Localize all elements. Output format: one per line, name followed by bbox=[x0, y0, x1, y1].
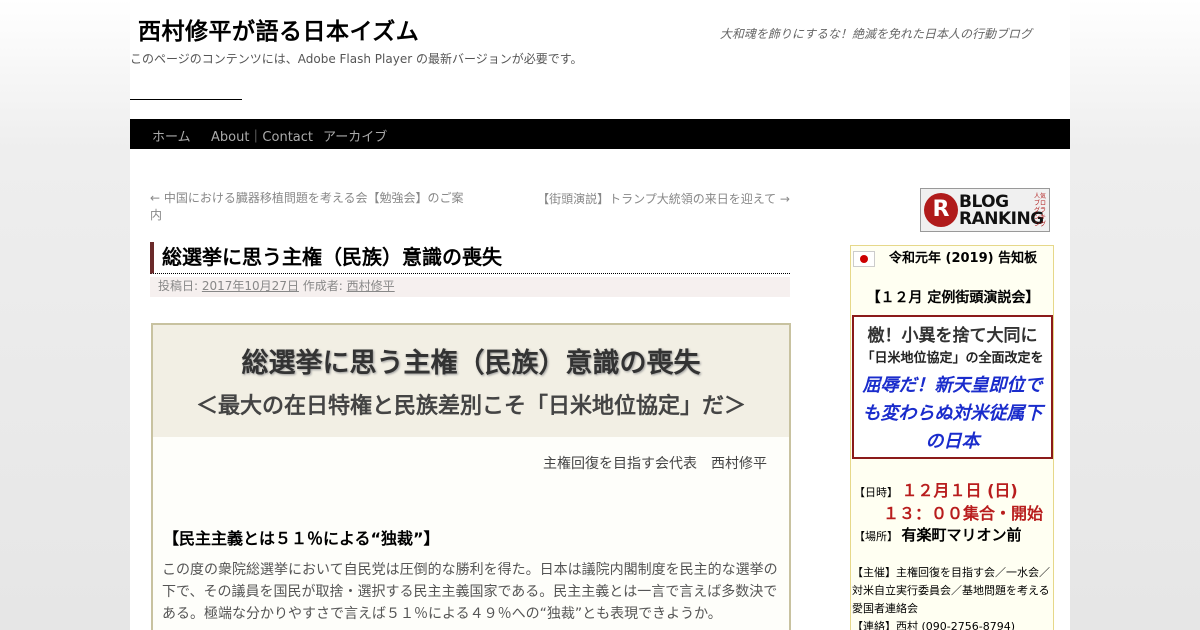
meta-posted-label: 投稿日: bbox=[158, 279, 199, 293]
page-wrapper: 西村修平が語る日本イズム 大和魂を飾りにするな！絶滅を免れた日本人の行動ブログ … bbox=[130, 0, 1070, 630]
notice-organizers: 【主催】主権回復を目指す会／一水会／対米自立実行委員会／基地問題を考える愛国者連… bbox=[852, 566, 1050, 615]
post-body-text: この度の衆院総選挙において自民党は圧倒的な勝利を得た。日本は議院内閣制度を民主的… bbox=[162, 562, 778, 622]
header-divider bbox=[130, 99, 242, 100]
banner-line-3: 屈辱だ！新天皇即位でも変わらぬ対米従属下の日本 bbox=[862, 375, 1043, 452]
main-menu: ホーム About｜Contact アーカイブ bbox=[130, 119, 1070, 149]
menu-item-about-contact[interactable]: About｜Contact bbox=[211, 126, 313, 145]
next-post-link[interactable]: 【街頭演説】トランプ大統領の来日を迎えて → bbox=[537, 190, 790, 207]
site-description: 大和魂を飾りにするな！絶滅を免れた日本人の行動ブログ bbox=[719, 27, 1032, 41]
post-section-heading: 【民主主義とは５１％による“独裁”】 bbox=[163, 529, 440, 548]
notice-banner[interactable]: 檄！小異を捨て大同に 「日米地位協定」の全面改定を 屈辱だ！新天皇即位でも変わら… bbox=[852, 315, 1053, 459]
blog-ranking-logo-icon: R bbox=[924, 193, 958, 227]
post-author-line: 主権回復を目指す会代表 西村修平 bbox=[543, 456, 767, 472]
banner-line-2: 「日米地位協定」の全面改定を bbox=[861, 351, 1044, 366]
flash-player-notice: このページのコンテンツには、Adobe Flash Player の最新バージョ… bbox=[130, 52, 583, 66]
blog-ranking-mini: 人気ブログランキング bbox=[1034, 193, 1047, 228]
notice-header: 令和元年 (2019) 告知板 bbox=[889, 251, 1038, 266]
blog-ranking-text: BLOG RANKING bbox=[959, 194, 1044, 228]
japan-flag-icon bbox=[853, 251, 875, 267]
notice-board: 令和元年 (2019) 告知板 【１２月 定例街頭演説会】 檄！小異を捨て大同に… bbox=[850, 245, 1054, 630]
date-label: 【日時】 bbox=[854, 486, 898, 499]
post-header-subtitle: ＜最大の在日特権と民族差別こそ「日米地位協定」だ＞ bbox=[195, 394, 746, 419]
notice-title: 【１２月 定例街頭演説会】 bbox=[866, 290, 1040, 306]
site-title[interactable]: 西村修平が語る日本イズム bbox=[138, 12, 419, 46]
entry-title: 総選挙に思う主権（民族）意識の喪失 bbox=[150, 242, 790, 274]
notice-time: １３：００集合・開始 bbox=[883, 504, 1044, 523]
place-value: 有楽町マリオン前 bbox=[901, 526, 1022, 544]
menu-item-archive[interactable]: アーカイブ bbox=[323, 126, 387, 145]
post-content-box: 総選挙に思う主権（民族）意識の喪失 ＜最大の在日特権と民族差別こそ「日米地位協定… bbox=[151, 323, 791, 630]
notice-place: 【場所】 有楽町マリオン前 bbox=[854, 524, 1022, 545]
meta-author-label: 作成者: bbox=[302, 279, 343, 293]
post-header-title: 総選挙に思う主権（民族）意識の喪失 bbox=[241, 348, 701, 379]
date-value: １２月１日 (日) bbox=[901, 481, 1018, 500]
banner-line-1: 檄！小異を捨て大同に bbox=[867, 326, 1038, 346]
post-header: 総選挙に思う主権（民族）意識の喪失 ＜最大の在日特権と民族差別こそ「日米地位協定… bbox=[153, 325, 789, 437]
notice-date: 【日時】 １２月１日 (日) bbox=[854, 477, 1018, 501]
previous-post-link[interactable]: ← 中国における臓器移植問題を考える会【勉強会】のご案内 bbox=[150, 190, 470, 224]
menu-item-home[interactable]: ホーム bbox=[152, 126, 191, 145]
blog-ranking-text-l2: RANKING bbox=[959, 209, 1044, 229]
meta-date-link[interactable]: 2017年10月27日 bbox=[202, 279, 299, 293]
entry-meta: 投稿日: 2017年10月27日 作成者: 西村修平 bbox=[150, 277, 790, 297]
meta-author-link[interactable]: 西村修平 bbox=[347, 279, 395, 293]
notice-contact: 【連絡】西村 (090-2756-8794) bbox=[852, 620, 1016, 630]
place-label: 【場所】 bbox=[854, 530, 898, 543]
blog-ranking-banner[interactable]: R BLOG RANKING 人気ブログランキング bbox=[920, 188, 1050, 232]
